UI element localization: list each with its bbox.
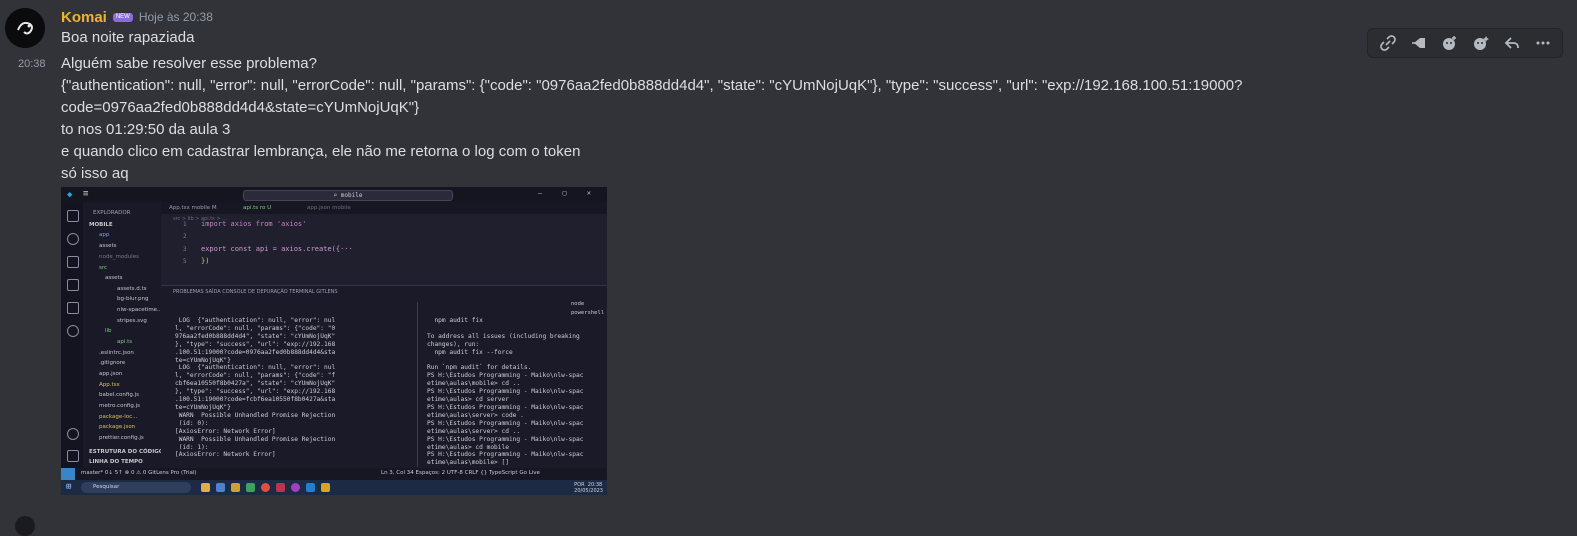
message-group: Komai NEW Hoje às 20:38 Boa noite rapazi… xyxy=(0,0,1577,496)
timeline-section: LINHA DO TEMPO xyxy=(89,459,143,465)
tree-item: app xyxy=(99,232,110,238)
tree-item: package.json xyxy=(99,424,136,430)
debug-icon xyxy=(67,279,79,291)
tree-item: nlw-spacetime... xyxy=(117,307,163,313)
taskbar-apps xyxy=(201,483,391,492)
message-actions-toolbar xyxy=(1367,28,1563,58)
code-line: export const api = axios.create({··· xyxy=(201,245,353,253)
vscode-logo-icon: ◆ xyxy=(67,190,73,200)
tree-item: stripes.svg xyxy=(117,318,147,324)
vscode-titlebar: ◆ ≡ ⌕ mobile — ▢ ✕ xyxy=(61,187,607,202)
editor-tabs: App.tsx mobile M api.ts ro U app.json mo… xyxy=(161,202,607,214)
tree-item: bg-blur.png xyxy=(117,296,149,302)
link-icon[interactable] xyxy=(1376,31,1400,55)
pin-icon[interactable] xyxy=(1407,31,1431,55)
tree-item: api.ts xyxy=(117,339,133,345)
outline-section: ESTRUTURA DO CÓDIGO xyxy=(89,449,164,455)
message-header: Komai NEW Hoje às 20:38 xyxy=(61,7,213,27)
tree-item: babel.config.js xyxy=(99,392,139,398)
message-text: {"authentication": null, "error": null, … xyxy=(61,77,1243,94)
line-number: 1 xyxy=(183,221,187,228)
line-number: 2 xyxy=(183,233,187,240)
user-avatar[interactable] xyxy=(5,8,45,48)
message-separator xyxy=(0,496,1577,523)
editor-tab: App.tsx mobile M xyxy=(169,205,217,211)
line-number: 3 xyxy=(183,246,187,253)
message-text: code=0976aa2fed0b888dd4d4&state=cYUmNojU… xyxy=(61,99,420,116)
tree-item: assets xyxy=(99,243,117,249)
code-editor: App.tsx mobile M api.ts ro U app.json mo… xyxy=(161,202,607,285)
explorer-sidebar: EXPLORADOR MOBILE app assets node_module… xyxy=(83,202,164,468)
command-center: ⌕ mobile xyxy=(243,190,453,201)
status-bar: master* 0↓ 5↑ ⊗ 0 ⚠ 0 GitLens Pro (Trial… xyxy=(61,468,607,480)
tree-item: src xyxy=(99,265,108,271)
window-controls: — ▢ ✕ xyxy=(537,189,599,197)
message-text: e quando clico em cadastrar lembrança, e… xyxy=(61,143,581,160)
username[interactable]: Komai xyxy=(61,9,107,26)
tree-item: metro.config.js xyxy=(99,403,141,409)
next-message-avatar[interactable] xyxy=(15,516,35,536)
tree-item: node_modules xyxy=(99,254,139,260)
message-text: to nos 01:29:50 da aula 3 xyxy=(61,121,231,138)
search-icon xyxy=(67,233,79,245)
tree-item: package-loc... xyxy=(99,414,138,420)
reply-icon[interactable] xyxy=(1500,31,1524,55)
tree-item: assets xyxy=(105,275,123,281)
user-badge: NEW xyxy=(112,12,133,22)
tree-item: .eslintrc.json xyxy=(99,350,134,356)
extensions-icon xyxy=(67,302,79,314)
editor-tab: api.ts ro U xyxy=(243,205,272,211)
terminal-output-left: LOG {"authentication": null, "error": nu… xyxy=(175,317,336,459)
more-icon[interactable] xyxy=(1531,31,1555,55)
tree-item: .gitignore xyxy=(99,360,126,366)
panel-tabs: PROBLEMAS SAÍDA CONSOLE DE DEPURAÇÃO TER… xyxy=(173,289,338,295)
image-attachment[interactable]: ◆ ≡ ⌕ mobile — ▢ ✕ EXPLORADOR MOBILE app… xyxy=(61,187,607,495)
tree-item: assets.d.ts xyxy=(117,286,147,292)
menu-icon: ≡ xyxy=(83,189,89,199)
terminal-list-item: powershell xyxy=(571,310,605,316)
status-left: master* 0↓ 5↑ ⊗ 0 ⚠ 0 GitLens Pro (Trial… xyxy=(81,470,197,476)
tree-item: prettier.config.js xyxy=(99,435,144,441)
terminal-output-right: npm audit fix To address all issues (inc… xyxy=(427,317,584,467)
tree-item: app.json xyxy=(99,371,123,377)
tree-item: App.tsx xyxy=(99,382,120,388)
message-text: Boa noite rapaziada xyxy=(61,29,195,46)
message-text: só isso aq xyxy=(61,165,129,182)
terminal-list-item: node xyxy=(571,301,585,307)
status-right: Ln 3, Col 34 Espaços: 2 UTF-8 CRLF {} Ty… xyxy=(381,470,540,476)
remote-icon xyxy=(67,325,79,337)
taskbar-search: Pesquisar xyxy=(81,482,191,493)
code-line: }) xyxy=(201,257,210,265)
line-number: 5 xyxy=(183,258,187,265)
windows-taskbar: ⊞ Pesquisar POR 20:38 20/05/2023 xyxy=(61,480,607,495)
explorer-title: EXPLORADOR xyxy=(93,210,131,216)
hover-timestamp: 20:38 xyxy=(18,58,46,70)
message-timestamp: Hoje às 20:38 xyxy=(138,10,213,24)
account-icon xyxy=(67,428,79,440)
settings-icon xyxy=(67,450,79,462)
terminal-panel: PROBLEMAS SAÍDA CONSOLE DE DEPURAÇÃO TER… xyxy=(161,285,607,469)
project-name: MOBILE xyxy=(89,222,113,228)
files-icon xyxy=(67,210,79,222)
add-reaction-icon[interactable] xyxy=(1438,31,1462,55)
code-line: import axios from 'axios' xyxy=(201,220,307,228)
editor-tab: app.json mobile xyxy=(307,205,351,211)
activity-bar xyxy=(61,202,83,468)
tree-item: lib xyxy=(105,328,112,334)
message-text: Alguém sabe resolver esse problema? xyxy=(61,55,317,72)
windows-start-icon: ⊞ xyxy=(66,482,72,492)
super-reaction-icon[interactable] xyxy=(1469,31,1493,55)
source-control-icon xyxy=(67,256,79,268)
system-tray: POR 20:38 20/05/2023 xyxy=(574,482,603,494)
